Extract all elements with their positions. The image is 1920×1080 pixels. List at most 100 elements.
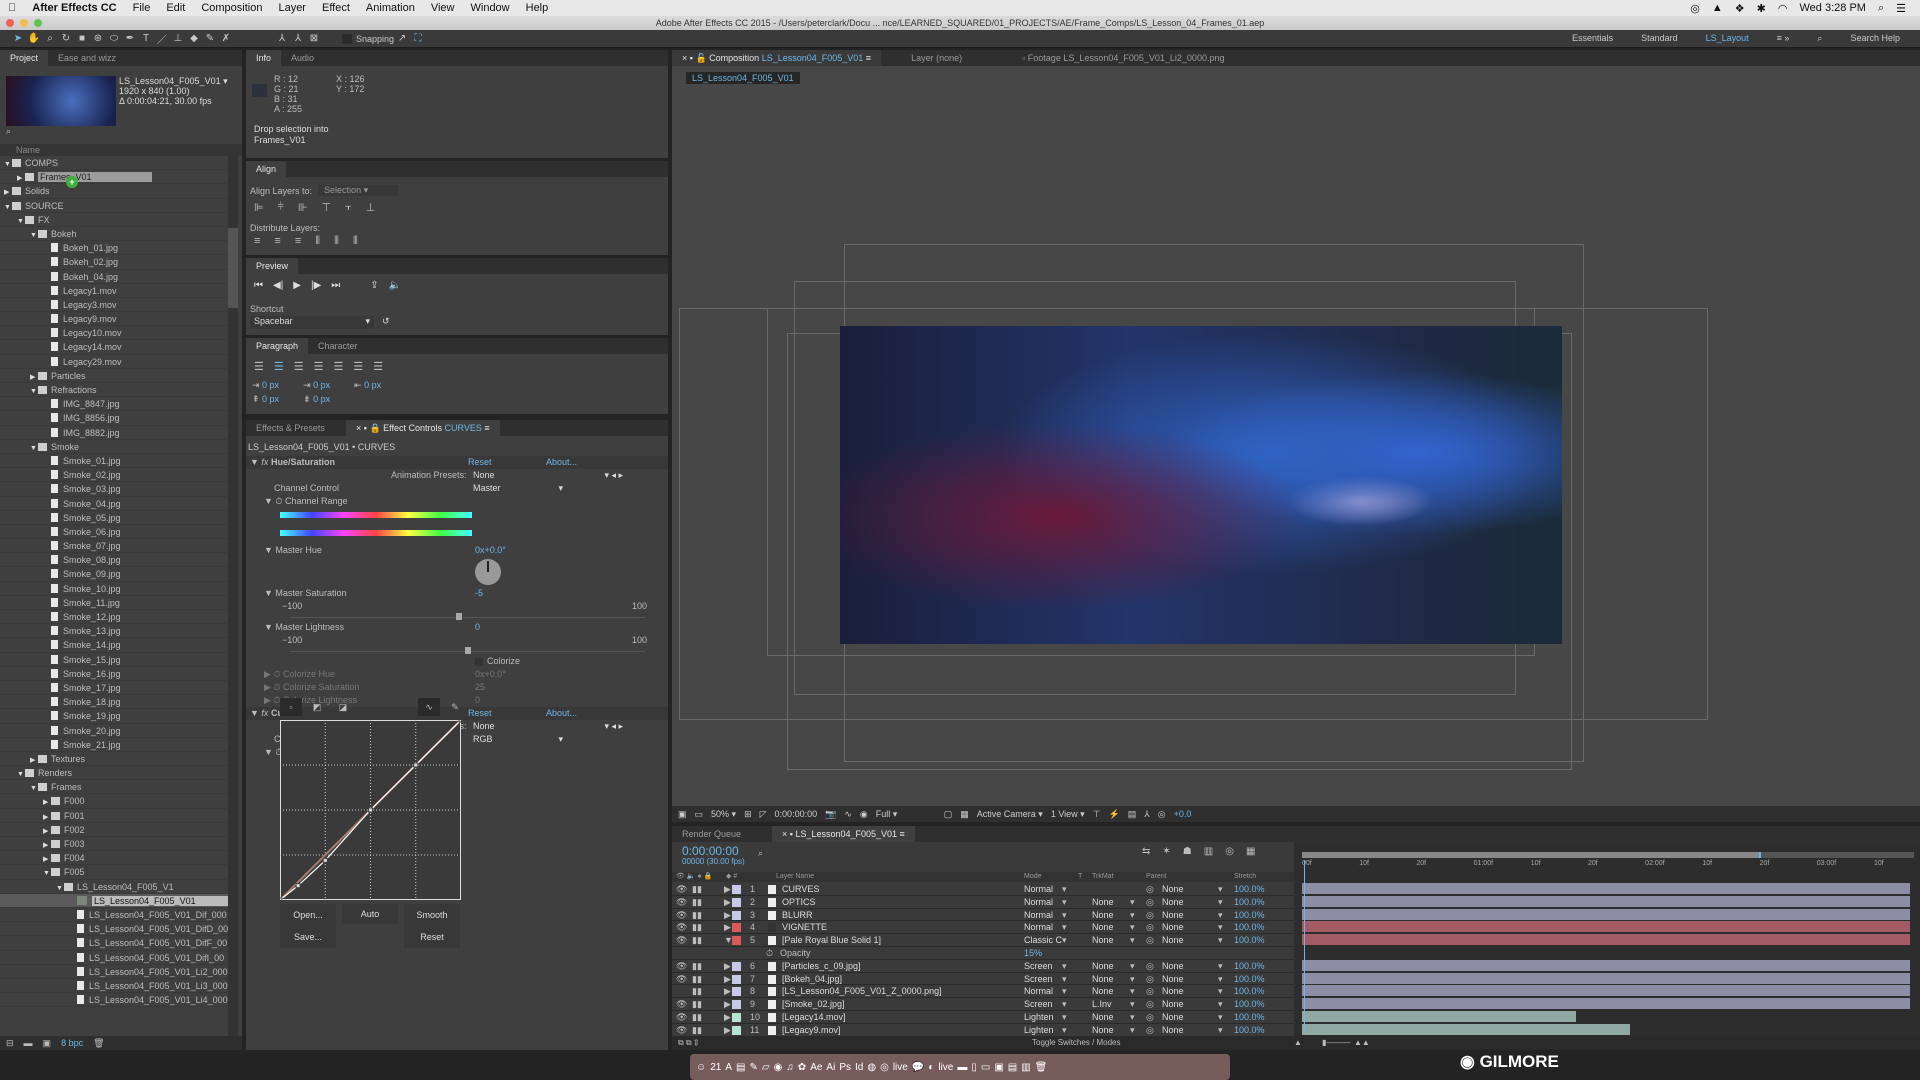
layer-name[interactable]: [Legacy9.mov] <box>782 1024 841 1037</box>
c4d-icon[interactable]: ◎ <box>880 1062 889 1073</box>
project-folder[interactable]: ▶ F003 <box>0 837 228 852</box>
solo-lock-switches[interactable]: ▮▮ <box>692 960 702 973</box>
monitor-icon[interactable]: ▭ <box>695 809 704 820</box>
parent-dropdown-arrow-icon[interactable]: ▾ <box>1218 998 1223 1011</box>
ellipse-tool-icon[interactable]: ⬭ <box>106 33 122 44</box>
label-color-swatch[interactable] <box>732 987 741 997</box>
solo-lock-switches[interactable]: ▮▮ <box>692 1011 702 1024</box>
trkmat-dropdown-arrow-icon[interactable]: ▾ <box>1130 1024 1135 1037</box>
stack2-icon[interactable]: ▤ <box>1008 1062 1017 1073</box>
label-color-swatch[interactable] <box>732 1000 741 1010</box>
trkmat-dropdown-arrow-icon[interactable]: ▾ <box>1130 985 1135 998</box>
pixel-aspect-icon[interactable]: ⊤ <box>1093 809 1101 820</box>
trkmat-dropdown[interactable]: L.Inv <box>1092 998 1112 1011</box>
tab-audio[interactable]: Audio <box>281 50 324 66</box>
trkmat-dropdown[interactable]: None <box>1092 909 1114 922</box>
channel-icon[interactable]: ◉ <box>860 809 868 820</box>
layer-mode-dropdown[interactable]: Normal <box>1024 896 1053 909</box>
project-item[interactable]: LS_Lesson04_F005_V01_DifF_00 <box>0 936 228 951</box>
workspace-menu-icon[interactable]: ≡ » <box>1777 33 1790 44</box>
timeline-search-icon[interactable]: ⌕ <box>758 848 763 859</box>
project-item[interactable]: Legacy29.mov <box>0 355 228 369</box>
tab-effect-controls[interactable]: × ▪ 🔒 Effect Controls CURVES ≡ <box>346 420 500 436</box>
trkmat-dropdown-arrow-icon[interactable]: ▾ <box>1130 960 1135 973</box>
current-time-indicator[interactable] <box>1304 860 1305 1032</box>
project-item[interactable]: Smoke_20.jpg <box>0 724 228 738</box>
layer-mode-dropdown[interactable]: Screen <box>1024 973 1053 986</box>
obs-icon[interactable]: ◐ <box>928 1062 934 1073</box>
view-layout-dropdown[interactable]: 1 View ▾ <box>1051 809 1085 820</box>
layer-row[interactable]: 👁 ▮▮ ▶ 6 [Particles_c_09.jpg] Screen ▾ None ▾ ◎ No… <box>672 959 1294 973</box>
master-lightness-thumb[interactable] <box>464 647 471 654</box>
pan-behind-tool-icon[interactable]: ⊛ <box>90 33 106 44</box>
parent-pickwhip-icon[interactable]: ◎ <box>1146 896 1154 909</box>
parent-pickwhip-icon[interactable]: ◎ <box>1146 934 1154 947</box>
trkmat-header[interactable]: TrkMat <box>1092 872 1114 882</box>
parent-dropdown[interactable]: None <box>1162 921 1184 934</box>
fast-preview-icon[interactable]: ⚡ <box>1109 809 1120 820</box>
parent-dropdown[interactable]: None <box>1162 883 1184 896</box>
align-vcenter-icon[interactable]: ⫟ <box>345 201 352 214</box>
justify-right-icon[interactable]: ☰ <box>353 360 363 373</box>
label-color-swatch[interactable] <box>732 1012 741 1022</box>
project-item[interactable]: IMG_8856.jpg <box>0 411 228 426</box>
pen-tool-icon[interactable]: ✒ <box>122 33 138 44</box>
project-item[interactable]: Legacy1.mov <box>0 284 228 298</box>
master-lightness-value[interactable]: 0 <box>475 621 480 634</box>
menu-help[interactable]: Help <box>518 2 557 14</box>
mode-dropdown-arrow-icon[interactable]: ▾ <box>1062 883 1067 896</box>
layer-duration-bar[interactable] <box>1302 883 1910 894</box>
justify-all-icon[interactable]: ☰ <box>373 360 383 373</box>
new-comp-icon[interactable]: ▣ <box>43 1036 52 1050</box>
layer-duration-bar[interactable] <box>1302 972 1910 984</box>
project-item[interactable]: IMG_8882.jpg <box>0 426 228 440</box>
mode-header[interactable]: Mode <box>1024 872 1042 882</box>
layer-mode-dropdown[interactable]: Normal <box>1024 883 1053 896</box>
curves-save-button[interactable]: Save... <box>280 926 336 948</box>
indesign-icon[interactable]: Id <box>855 1062 863 1073</box>
play-icon[interactable]: ▶ <box>293 280 301 291</box>
tab-character[interactable]: Character <box>308 338 368 354</box>
project-folder[interactable]: ▼ Renders <box>0 766 228 781</box>
project-folder[interactable]: ▼ Refractions <box>0 383 228 398</box>
project-folder[interactable]: ▶ F002 <box>0 823 228 837</box>
view-axis-icon[interactable]: ⊠ <box>306 33 322 44</box>
layer-row[interactable]: 👁 ▮▮ ▼ 5 [Pale Royal Blue Solid 1] Classic C ▾… <box>672 934 1294 947</box>
brush-tool-icon[interactable]: ／ <box>154 31 170 46</box>
master-hue-dial[interactable] <box>475 559 501 585</box>
layer-duration-bar[interactable] <box>1302 921 1910 933</box>
resolution-dropdown[interactable]: Full ▾ <box>876 809 936 820</box>
curves-auto-button[interactable]: Auto <box>342 904 398 924</box>
space-before-value[interactable]: 0 px <box>262 394 279 404</box>
project-folder[interactable]: ▼ Smoke <box>0 440 228 454</box>
parent-dropdown-arrow-icon[interactable]: ▾ <box>1218 921 1223 934</box>
project-item[interactable]: LS_Lesson04_F005_V01_DifD_00 <box>0 922 228 937</box>
trkmat-dropdown[interactable]: None <box>1092 973 1114 986</box>
distribute-right-icon[interactable]: ⦀ <box>353 235 358 248</box>
indent-left-field[interactable]: ⇥ 0 px <box>252 380 279 391</box>
project-item[interactable]: Smoke_10.jpg <box>0 582 228 596</box>
channel-range-gradients[interactable] <box>246 508 668 544</box>
parent-pickwhip-icon[interactable]: ◎ <box>1146 985 1154 998</box>
curves-channel-dropdown[interactable]: RGB ▾ <box>473 733 563 746</box>
project-folder[interactable]: ▶ F001 <box>0 809 228 823</box>
solo-lock-switches[interactable]: ▮▮ <box>692 934 702 947</box>
layer-mode-dropdown[interactable]: Normal <box>1024 985 1053 998</box>
folder-icon[interactable]: ▬ <box>957 1062 967 1073</box>
layer-name[interactable]: [Particles_c_09.jpg] <box>782 960 861 973</box>
hue-saturation-effect[interactable]: ▼ fx Hue/Saturation Reset About... <box>246 456 668 469</box>
tab-composition[interactable]: × ▪ 🔓 Composition LS_Lesson04_F005_V01 ≡ <box>672 50 882 66</box>
pencil-tool-icon[interactable]: ✎ <box>444 698 466 716</box>
distribute-left-icon[interactable]: ⦀ <box>315 235 320 248</box>
graph-editor-icon[interactable]: ▦ <box>1246 846 1255 857</box>
close-window-button[interactable] <box>6 19 14 27</box>
project-folder[interactable]: ▶ F004 <box>0 851 228 866</box>
snapshot-icon[interactable]: 📷 <box>825 809 836 820</box>
space-before-field[interactable]: ⇞ 0 px <box>252 394 279 405</box>
tab-project[interactable]: Project <box>0 50 49 66</box>
mode-dropdown-arrow-icon[interactable]: ▾ <box>1062 896 1067 909</box>
visibility-toggle-icon[interactable]: 👁 <box>676 1011 687 1024</box>
project-item[interactable]: Smoke_07.jpg <box>0 539 228 554</box>
curves-presets-dropdown[interactable]: None ▾ ◂ ▸ <box>473 720 623 733</box>
layer-row[interactable]: 👁 ▮▮ ▶ 7 [Bokeh_04.jpg] Screen ▾ None ▾ ◎ None ▾ 100… <box>672 972 1294 986</box>
